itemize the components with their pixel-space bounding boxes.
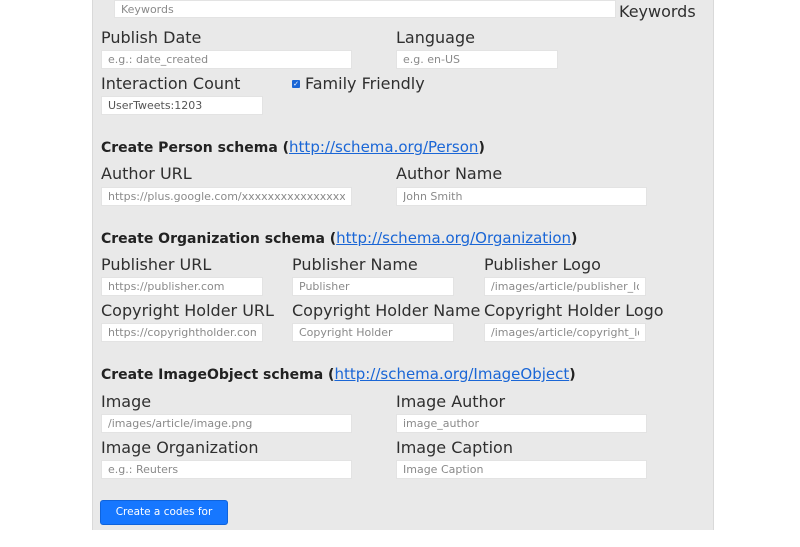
publisher-url-input[interactable] [101,277,263,296]
imageobject-schema-link[interactable]: http://schema.org/ImageObject [334,365,569,383]
copyright-logo-input[interactable] [484,323,646,342]
image-author-input[interactable] [396,414,647,433]
image-caption-input[interactable] [396,460,647,479]
publisher-logo-label: Publisher Logo [484,255,601,274]
keywords-input[interactable] [114,0,616,18]
person-schema-link[interactable]: http://schema.org/Person [289,138,478,156]
create-codes-button[interactable]: Create a codes for article [100,500,228,541]
publish-date-label: Publish Date [101,28,202,47]
person-heading-text: Create Person schema ( [101,140,290,156]
language-label: Language [396,28,475,47]
image-input[interactable] [101,414,352,433]
author-name-label: Author Name [396,164,503,183]
imageobject-heading-text: Create ImageObject schema ( [101,367,335,383]
image-label: Image [101,392,152,411]
image-org-label: Image Organization [101,438,259,457]
publisher-name-label: Publisher Name [292,255,418,274]
publisher-logo-input[interactable] [484,277,646,296]
copyright-name-label: Copyright Holder Name [292,301,481,320]
keywords-label: Keywords [619,2,696,21]
publish-date-input[interactable] [101,50,352,69]
person-section-heading: Create Person schema (http://schema.org/… [101,138,485,157]
image-caption-label: Image Caption [396,438,513,457]
image-org-input[interactable] [101,460,352,479]
organization-schema-link[interactable]: http://schema.org/Organization [336,229,571,247]
person-heading-end: ) [478,140,485,156]
organization-heading-text: Create Organization schema ( [101,231,337,247]
copyright-name-input[interactable] [292,323,454,342]
copyright-url-label: Copyright Holder URL [101,301,274,320]
copyright-url-input[interactable] [101,323,263,342]
author-url-label: Author URL [101,164,192,183]
family-friendly-label: Family Friendly [305,74,425,93]
image-author-label: Image Author [396,392,506,411]
imageobject-section-heading: Create ImageObject schema (http://schema… [101,365,576,384]
language-input[interactable] [396,50,558,69]
author-url-input[interactable] [101,187,352,206]
interaction-count-label: Interaction Count [101,74,241,93]
copyright-logo-label: Copyright Holder Logo [484,301,664,320]
organization-section-heading: Create Organization schema (http://schem… [101,229,577,248]
publisher-url-label: Publisher URL [101,255,212,274]
imageobject-heading-end: ) [569,367,576,383]
publisher-name-input[interactable] [292,277,454,296]
interaction-count-input[interactable] [101,96,263,115]
organization-heading-end: ) [571,231,578,247]
family-friendly-checkbox[interactable]: ✓ [292,80,300,88]
author-name-input[interactable] [396,187,647,206]
